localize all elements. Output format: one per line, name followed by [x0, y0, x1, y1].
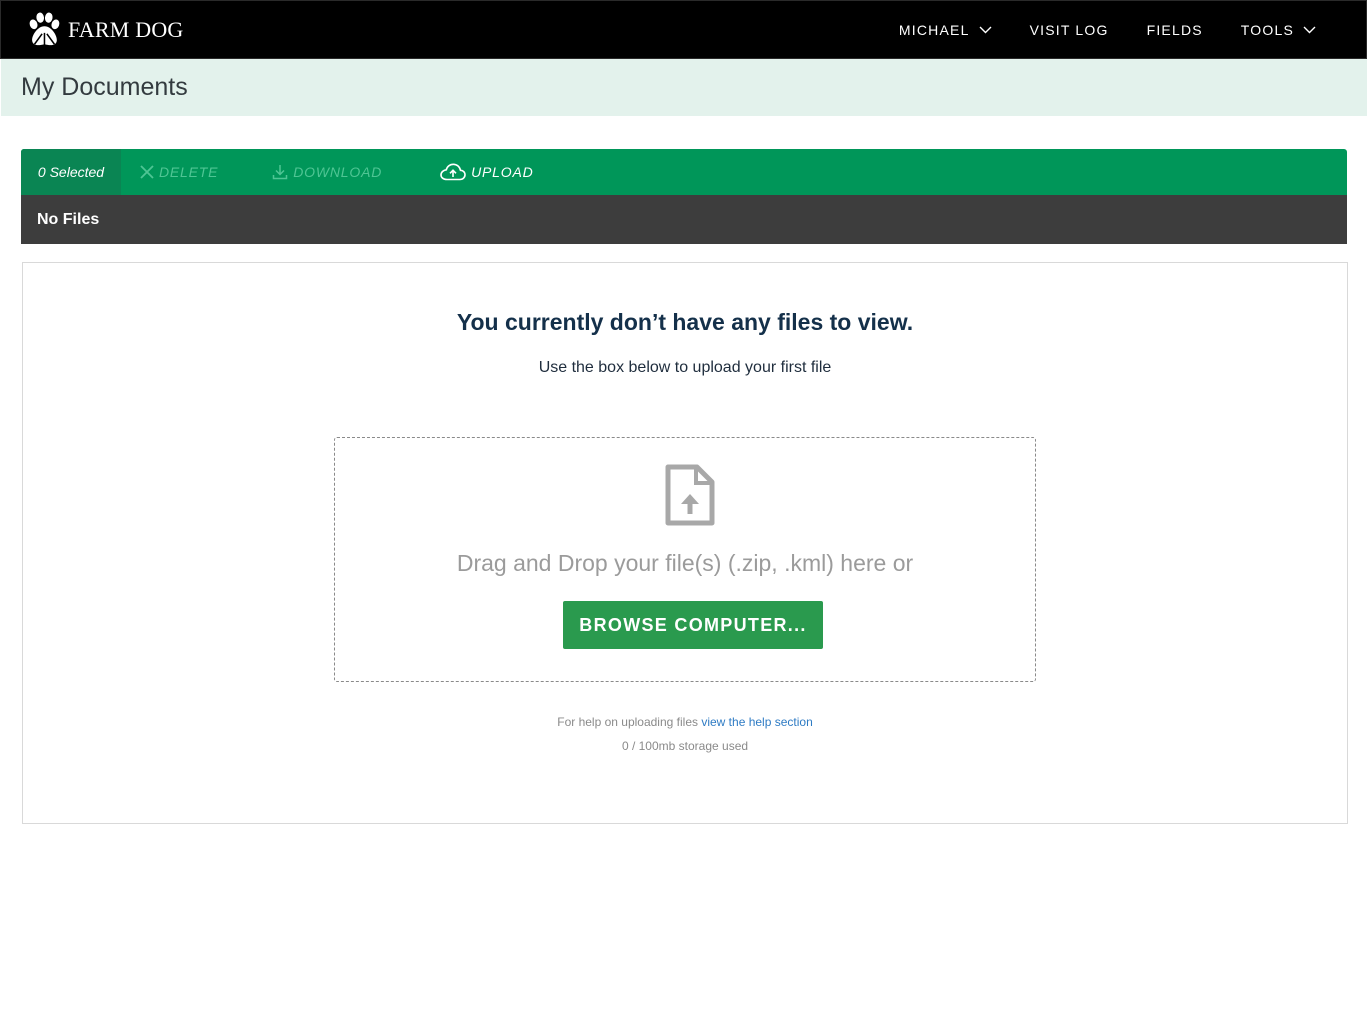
- empty-state-title: You currently don’t have any files to vi…: [456, 309, 914, 335]
- help-text: For help on uploading files view the hel…: [23, 715, 1347, 729]
- nav-menu: MICHAEL VISIT LOG FIELDS TOOLS: [899, 22, 1316, 38]
- storage-usage: 0 / 100mb storage used: [621, 739, 749, 753]
- download-button[interactable]: DOWNLOAD: [272, 164, 382, 180]
- download-icon: [273, 165, 288, 180]
- help-prefix: For help on uploading files: [557, 715, 698, 729]
- file-dropzone[interactable]: Drag and Drop your file(s) (.zip, .kml) …: [334, 437, 1036, 682]
- no-files-label: No Files: [37, 210, 100, 228]
- browse-computer-button[interactable]: BROWSE COMPUTER...: [563, 601, 823, 649]
- file-list-header: No Files: [21, 195, 1347, 244]
- empty-state-subtitle: Use the box below to upload your first f…: [538, 359, 832, 376]
- nav-item-visit-log[interactable]: VISIT LOG: [1030, 22, 1109, 38]
- dropzone-text: Drag and Drop your file(s) (.zip, .kml) …: [456, 550, 914, 576]
- upload-label: UPLOAD: [471, 164, 534, 180]
- page-header: My Documents: [1, 59, 1367, 116]
- brand-logo[interactable]: FARM DOG: [25, 11, 184, 49]
- delete-label: DELETE: [159, 164, 219, 180]
- paw-icon: [29, 12, 60, 45]
- nav-item-michael[interactable]: MICHAEL: [899, 22, 992, 38]
- top-navbar: FARM DOG MICHAEL VISIT LOG FIELDS TOOLS: [0, 0, 1367, 59]
- page-title: My Documents: [21, 73, 188, 101]
- nav-item-fields[interactable]: FIELDS: [1147, 22, 1203, 38]
- download-label: DOWNLOAD: [293, 164, 383, 180]
- chevron-down-icon: [1303, 26, 1316, 33]
- nav-item-label: FIELDS: [1146, 21, 1203, 38]
- close-icon: [140, 165, 154, 179]
- selected-count: 0 Selected: [21, 149, 121, 195]
- help-section-link[interactable]: view the help section: [701, 715, 812, 729]
- nav-item-tools[interactable]: TOOLS: [1241, 22, 1316, 38]
- file-upload-icon: [665, 464, 715, 526]
- documents-toolbar: 0 Selected DELETE DOWNLOAD UPLOAD: [21, 149, 1347, 195]
- chevron-down-icon: [979, 26, 992, 33]
- cloud-upload-icon: [440, 163, 466, 181]
- brand-name: FARM DOG: [68, 16, 184, 42]
- upload-button[interactable]: UPLOAD: [440, 163, 533, 181]
- empty-state-panel: You currently don’t have any files to vi…: [22, 262, 1348, 824]
- nav-item-label: MICHAEL: [898, 21, 970, 38]
- nav-item-label: VISIT LOG: [1029, 21, 1109, 38]
- delete-button[interactable]: DELETE: [140, 164, 218, 180]
- nav-item-label: TOOLS: [1240, 21, 1294, 38]
